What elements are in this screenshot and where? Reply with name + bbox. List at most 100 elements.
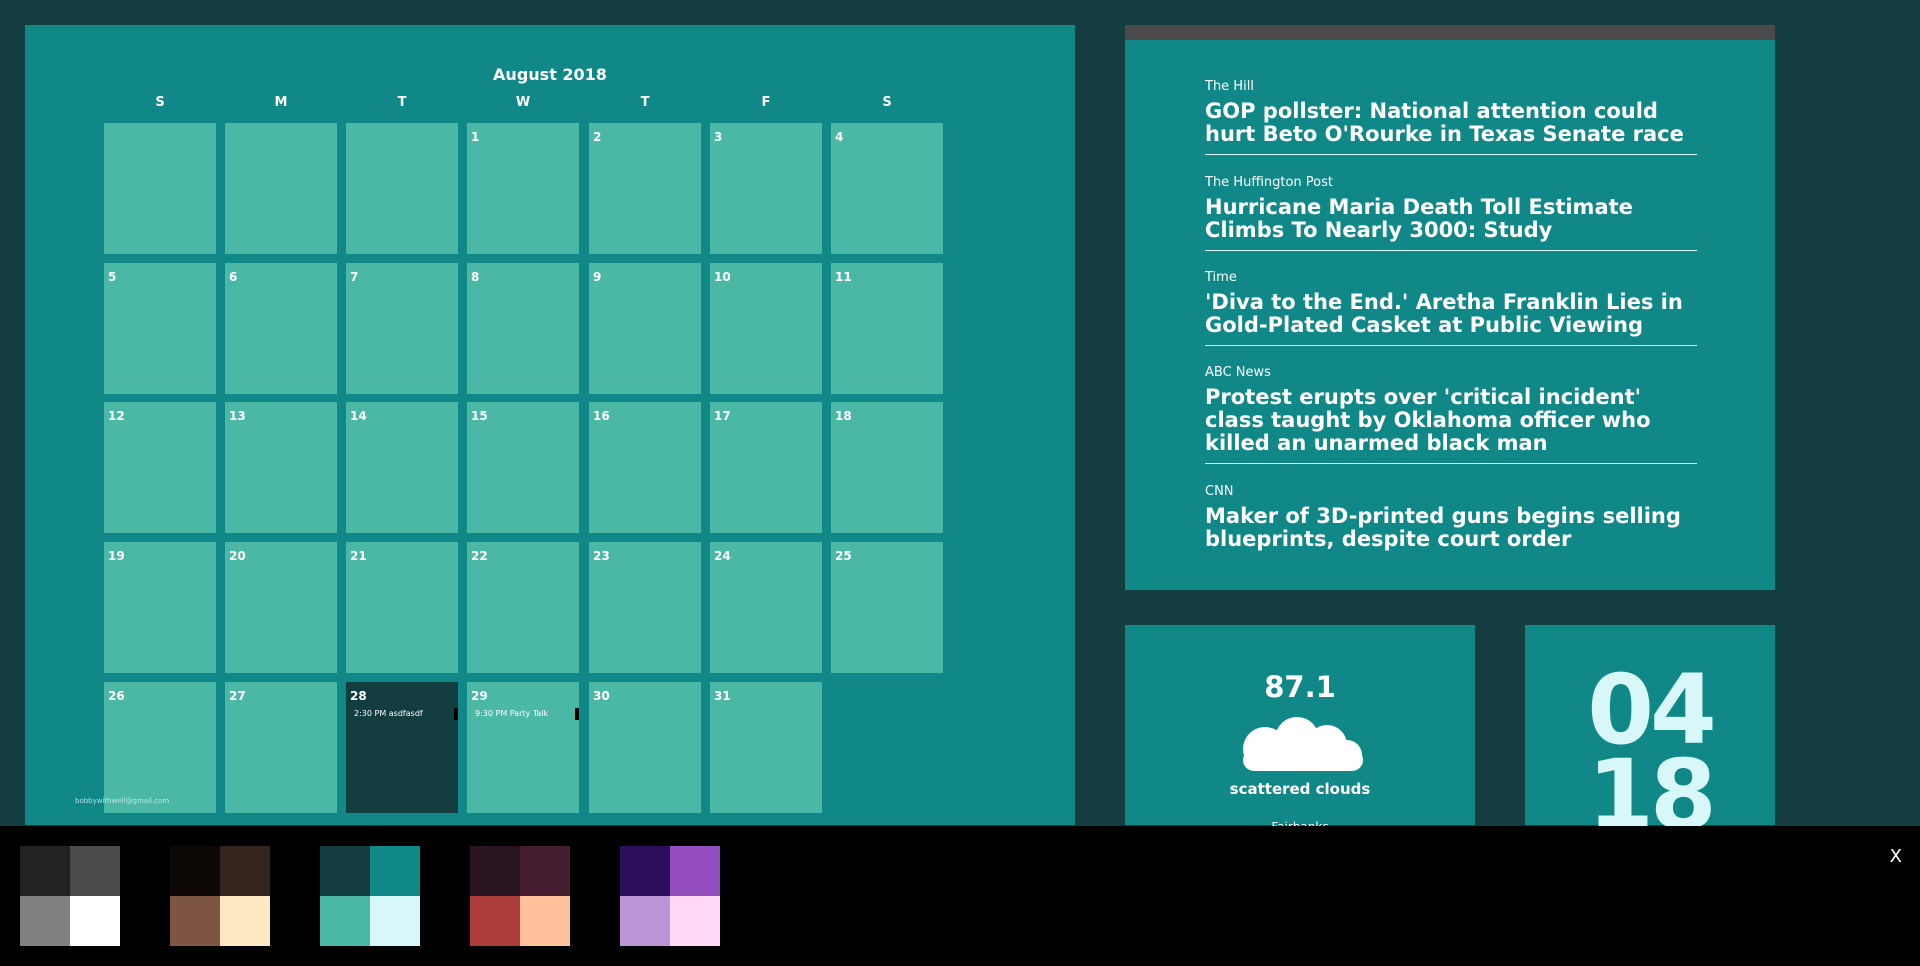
calendar-day-13[interactable]: 13 xyxy=(225,402,337,533)
news-item[interactable]: Time 'Diva to the End.' Aretha Franklin L… xyxy=(1205,270,1697,346)
calendar-day-4[interactable]: 4 xyxy=(831,123,943,254)
palette-option[interactable] xyxy=(320,846,420,946)
calendar-day-17[interactable]: 17 xyxy=(710,402,822,533)
palette-option[interactable] xyxy=(620,846,720,946)
news-header-bar xyxy=(1125,25,1775,40)
calendar-day-29[interactable]: 29 9:30 PM Party Talk xyxy=(467,682,579,813)
calendar-day-3[interactable]: 3 xyxy=(710,123,822,254)
color-swatch xyxy=(520,846,570,896)
calendar-day-19[interactable]: 19 xyxy=(104,542,216,673)
calendar-day-11[interactable]: 11 xyxy=(831,263,943,394)
color-swatch xyxy=(320,896,370,946)
day-number: 14 xyxy=(350,409,367,423)
news-source: ABC News xyxy=(1205,365,1271,380)
calendar-day-1[interactable]: 1 xyxy=(467,123,579,254)
color-swatch xyxy=(70,846,120,896)
news-item[interactable]: CNN Maker of 3D-printed guns begins selli… xyxy=(1205,484,1697,559)
color-swatch xyxy=(170,896,220,946)
calendar-event[interactable]: 2:30 PM asdfasdf xyxy=(354,709,423,718)
event-marker xyxy=(575,708,579,720)
day-number: 31 xyxy=(714,689,731,703)
day-number: 28 xyxy=(350,689,367,703)
clock-minutes: 18 xyxy=(1587,739,1717,851)
day-number: 12 xyxy=(108,409,125,423)
calendar-day-22[interactable]: 22 xyxy=(467,542,579,673)
color-swatch xyxy=(220,846,270,896)
calendar-day-2[interactable]: 2 xyxy=(589,123,701,254)
calendar-day-6[interactable]: 6 xyxy=(225,263,337,394)
news-headline[interactable]: Protest erupts over 'critical incident' … xyxy=(1205,386,1697,463)
clock-panel: 04 18 xyxy=(1525,625,1775,843)
news-source: The Hill xyxy=(1205,79,1254,94)
weekday-label: F xyxy=(761,95,771,110)
calendar-day-30[interactable]: 30 xyxy=(589,682,701,813)
calendar-day-21[interactable]: 21 xyxy=(346,542,458,673)
color-swatch xyxy=(70,896,120,946)
weekday-label: W xyxy=(515,95,531,110)
news-headline[interactable]: Hurricane Maria Death Toll Estimate Clim… xyxy=(1205,196,1697,250)
calendar-day-7[interactable]: 7 xyxy=(346,263,458,394)
day-number: 21 xyxy=(350,549,367,563)
calendar-day-16[interactable]: 16 xyxy=(589,402,701,533)
close-button[interactable]: X xyxy=(1890,846,1902,867)
weekday-label: T xyxy=(640,95,650,110)
calendar-day-empty[interactable] xyxy=(104,123,216,254)
news-headline[interactable]: 'Diva to the End.' Aretha Franklin Lies … xyxy=(1205,291,1697,345)
calendar-day-10[interactable]: 10 xyxy=(710,263,822,394)
color-swatch xyxy=(20,896,70,946)
news-item[interactable]: ABC News Protest erupts over 'critical in… xyxy=(1205,365,1697,464)
day-number: 18 xyxy=(835,409,852,423)
calendar-day-9[interactable]: 9 xyxy=(589,263,701,394)
calendar-day-20[interactable]: 20 xyxy=(225,542,337,673)
weekday-label: T xyxy=(397,95,407,110)
day-number: 20 xyxy=(229,549,246,563)
day-number: 3 xyxy=(714,130,723,144)
calendar-day-12[interactable]: 12 xyxy=(104,402,216,533)
theme-palette-bar: X xyxy=(0,826,1920,966)
calendar-day-24[interactable]: 24 xyxy=(710,542,822,673)
user-email: bobbywithwell@gmail.com xyxy=(75,797,170,805)
news-source: The Huffington Post xyxy=(1205,175,1334,190)
color-swatch xyxy=(670,896,720,946)
day-number: 29 xyxy=(471,689,488,703)
color-swatch xyxy=(20,846,70,896)
calendar-day-14[interactable]: 14 xyxy=(346,402,458,533)
calendar-day-5[interactable]: 5 xyxy=(104,263,216,394)
cloud-icon xyxy=(1243,717,1363,771)
calendar-day-28[interactable]: 28 2:30 PM asdfasdf xyxy=(346,682,458,813)
day-number: 1 xyxy=(471,130,480,144)
calendar-day-27[interactable]: 27 xyxy=(225,682,337,813)
palette-option[interactable] xyxy=(20,846,120,946)
calendar-day-25[interactable]: 25 xyxy=(831,542,943,673)
day-number: 26 xyxy=(108,689,125,703)
calendar-day-18[interactable]: 18 xyxy=(831,402,943,533)
calendar-day-15[interactable]: 15 xyxy=(467,402,579,533)
calendar-day-8[interactable]: 8 xyxy=(467,263,579,394)
calendar-day-26[interactable]: 26 xyxy=(104,682,216,813)
color-swatch xyxy=(620,896,670,946)
weekday-label: S xyxy=(882,95,892,110)
calendar-day-23[interactable]: 23 xyxy=(589,542,701,673)
calendar-day-empty[interactable] xyxy=(346,123,458,254)
calendar-event[interactable]: 9:30 PM Party Talk xyxy=(475,709,548,718)
calendar-title: August 2018 xyxy=(493,65,607,84)
day-number: 9 xyxy=(593,270,602,284)
news-item[interactable]: The Huffington Post Hurricane Maria Death… xyxy=(1205,175,1697,251)
palette-option[interactable] xyxy=(470,846,570,946)
day-number: 24 xyxy=(714,549,731,563)
news-item[interactable]: The Hill GOP pollster: National attention… xyxy=(1205,79,1697,155)
day-number: 25 xyxy=(835,549,852,563)
day-number: 30 xyxy=(593,689,610,703)
news-headline[interactable]: Maker of 3D-printed guns begins selling … xyxy=(1205,505,1697,559)
weather-description: scattered clouds xyxy=(1229,780,1371,798)
calendar-day-empty[interactable] xyxy=(225,123,337,254)
day-number: 13 xyxy=(229,409,246,423)
color-swatch xyxy=(370,846,420,896)
calendar-day-31[interactable]: 31 xyxy=(710,682,822,813)
day-number: 15 xyxy=(471,409,488,423)
weekday-label: M xyxy=(274,95,288,110)
news-headline[interactable]: GOP pollster: National attention could h… xyxy=(1205,100,1697,154)
palette-option[interactable] xyxy=(170,846,270,946)
color-swatch xyxy=(520,896,570,946)
day-number: 22 xyxy=(471,549,488,563)
